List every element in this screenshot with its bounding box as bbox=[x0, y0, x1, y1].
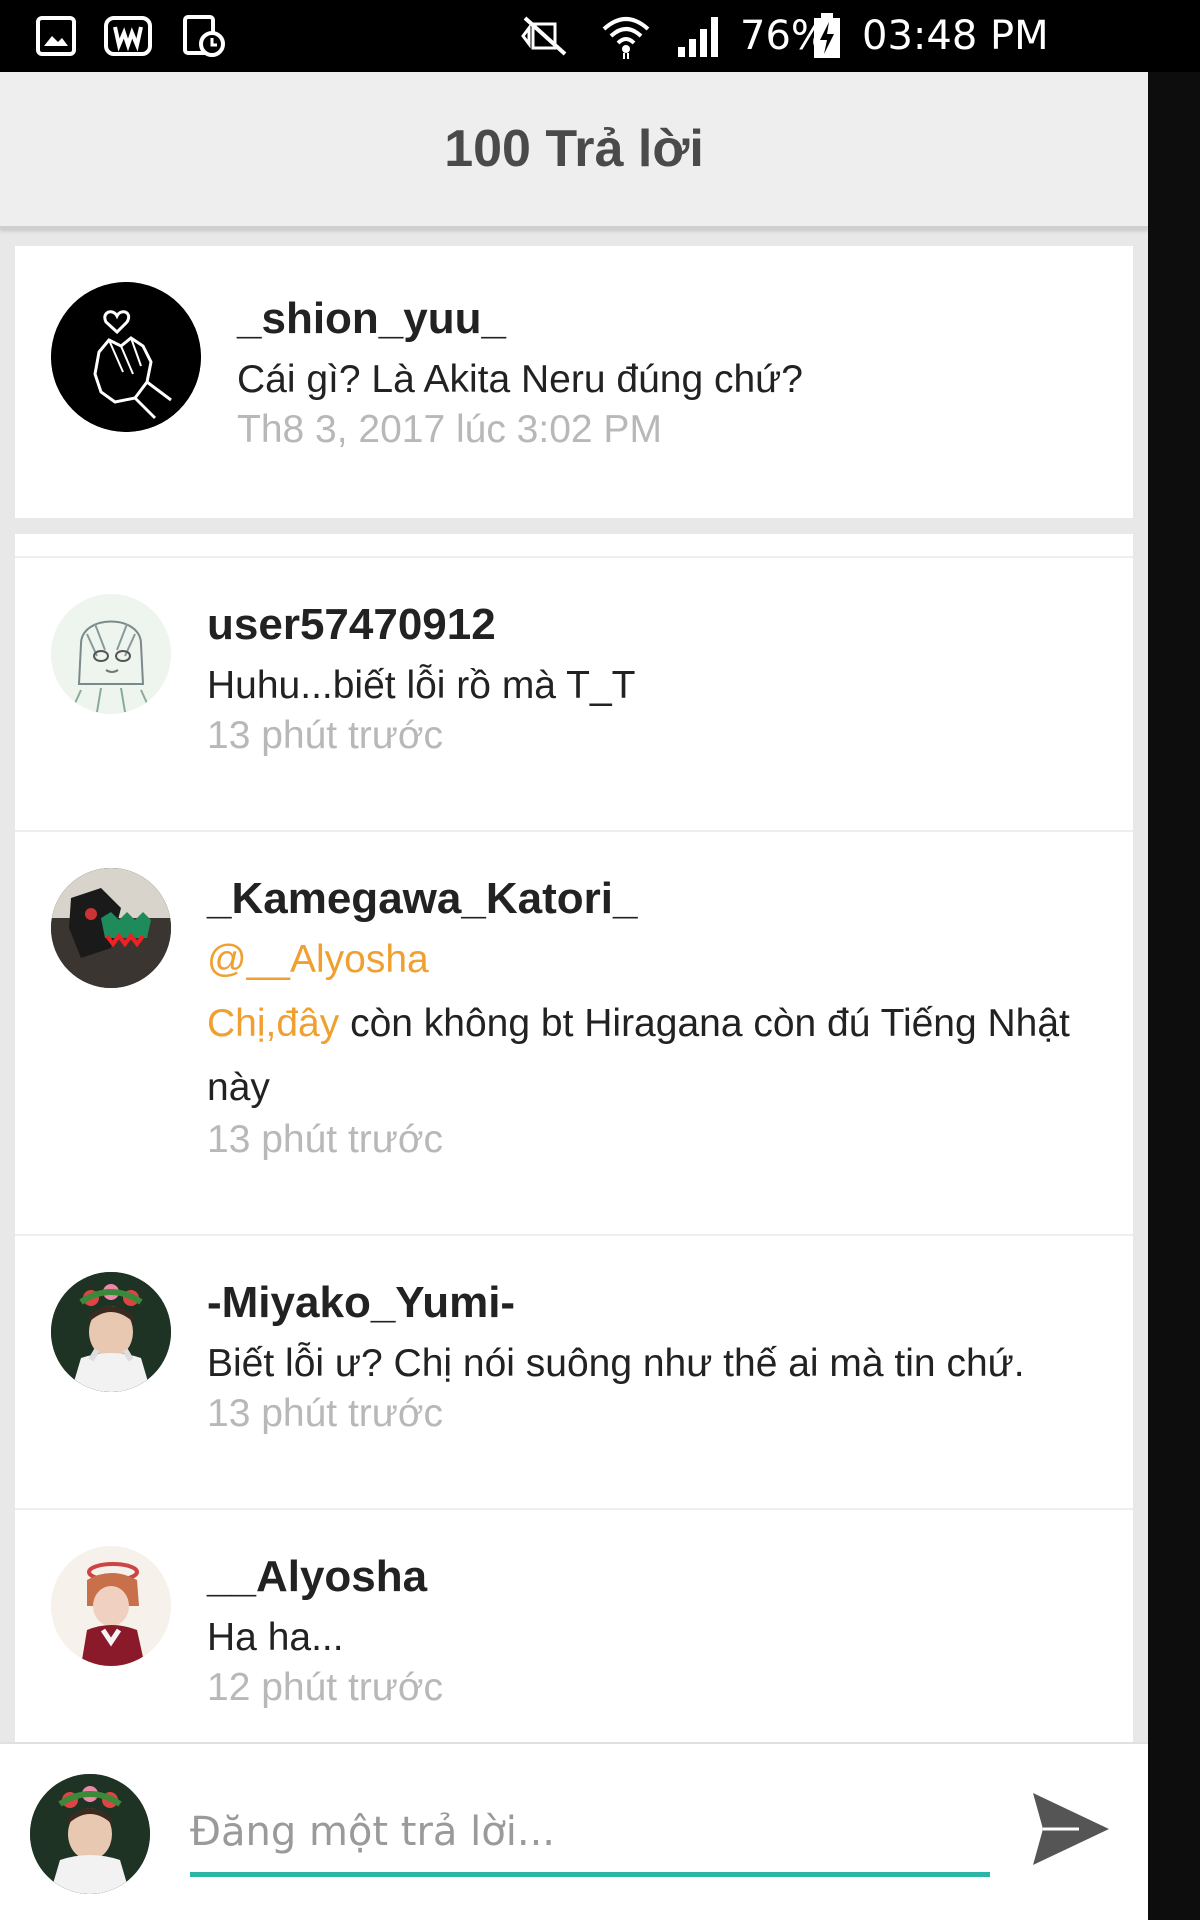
list-item[interactable]: _Kamegawa_Katori_ @__Alyosha Chị,đây còn… bbox=[15, 832, 1133, 1234]
reply-composer bbox=[0, 1742, 1148, 1920]
app-header: 100 Trả lời bbox=[0, 72, 1148, 229]
comment-username[interactable]: _shion_yuu_ bbox=[237, 294, 506, 344]
list-item[interactable]: user57470912 Huhu...biết lỗi rồ mà T_T 1… bbox=[15, 558, 1133, 830]
page-title: 100 Trả lời bbox=[444, 120, 704, 178]
replies-screen: 100 Trả lời _shion_yuu_ Cái gì? Là Akita… bbox=[0, 72, 1148, 1920]
reply-message: Biết lỗi ư? Chị nói suông như thế ai mà … bbox=[207, 1342, 1025, 1385]
send-button[interactable] bbox=[1026, 1784, 1116, 1874]
reply-timestamp: 13 phút trước bbox=[207, 714, 443, 757]
my-avatar[interactable] bbox=[30, 1774, 150, 1894]
mute-icon bbox=[514, 14, 574, 58]
send-icon bbox=[1033, 1793, 1109, 1865]
reply-username[interactable]: user57470912 bbox=[207, 600, 496, 650]
reply-message: Ha ha... bbox=[207, 1616, 344, 1659]
status-time: 03:48 PM bbox=[862, 13, 1049, 59]
wifi-icon bbox=[598, 14, 654, 59]
avatar[interactable] bbox=[51, 868, 171, 988]
reply-timestamp: 13 phút trước bbox=[207, 1118, 443, 1161]
battery-charging-icon bbox=[810, 13, 844, 58]
avatar[interactable] bbox=[51, 1272, 171, 1392]
reply-username[interactable]: _Kamegawa_Katori_ bbox=[207, 874, 637, 924]
comment-message: Cái gì? Là Akita Neru đúng chứ? bbox=[237, 358, 803, 401]
avatar[interactable] bbox=[51, 594, 171, 714]
reply-timestamp: 12 phút trước bbox=[207, 1666, 443, 1709]
w-app-icon bbox=[102, 14, 154, 58]
gallery-icon bbox=[32, 14, 80, 58]
reply-message: Huhu...biết lỗi rồ mà T_T bbox=[207, 664, 636, 707]
clock-file-icon bbox=[180, 14, 228, 58]
avatar[interactable] bbox=[51, 1546, 171, 1666]
original-comment-card[interactable]: _shion_yuu_ Cái gì? Là Akita Neru đúng c… bbox=[15, 246, 1133, 518]
reply-username[interactable]: __Alyosha bbox=[207, 1552, 427, 1602]
status-bar: 76% 03:48 PM bbox=[0, 0, 1200, 72]
reply-mention[interactable]: @__Alyosha bbox=[207, 928, 429, 992]
signal-icon bbox=[672, 14, 728, 58]
reply-message-highlight: Chị,đây bbox=[207, 1002, 340, 1045]
replies-list: user57470912 Huhu...biết lỗi rồ mà T_T 1… bbox=[15, 534, 1133, 1754]
reply-input[interactable] bbox=[190, 1792, 990, 1877]
screen-edge bbox=[1148, 72, 1200, 1920]
list-item[interactable]: -Miyako_Yumi- Biết lỗi ư? Chị nói suông … bbox=[15, 1236, 1133, 1508]
reply-timestamp: 13 phút trước bbox=[207, 1392, 443, 1435]
reply-message: Chị,đây còn không bt Hiragana còn đú Tiế… bbox=[207, 992, 1097, 1120]
reply-username[interactable]: -Miyako_Yumi- bbox=[207, 1278, 515, 1328]
comment-timestamp: Th8 3, 2017 lúc 3:02 PM bbox=[237, 408, 662, 451]
avatar[interactable] bbox=[51, 282, 201, 432]
